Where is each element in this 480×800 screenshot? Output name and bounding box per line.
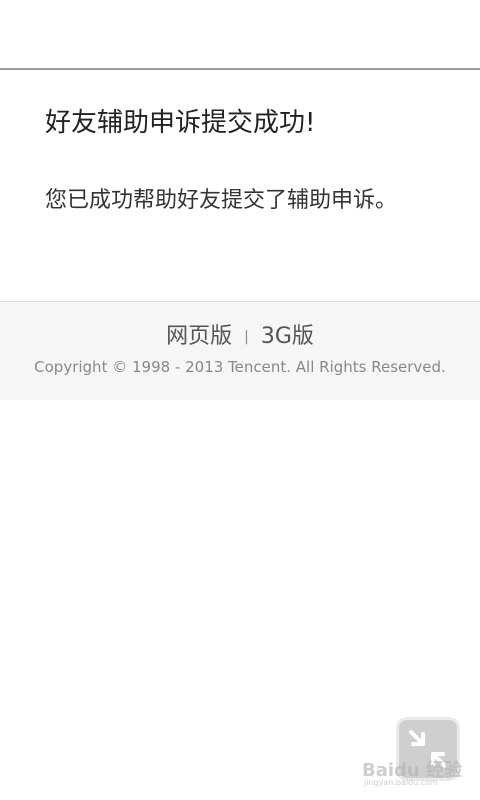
collapse-arrows-icon: [409, 730, 447, 768]
footer-links: 网页版 | 3G版: [0, 318, 480, 350]
page: 好友辅助申诉提交成功! 您已成功帮助好友提交了辅助申诉。 网页版 | 3G版 Cop…: [0, 0, 480, 800]
copyright-text: Copyright © 1998 - 2013 Tencent. All Rig…: [34, 358, 446, 376]
page-title: 好友辅助申诉提交成功!: [45, 108, 316, 138]
footer-separator: |: [244, 329, 249, 345]
top-bar: [0, 0, 480, 68]
floating-collapse-button[interactable]: [399, 720, 457, 778]
watermark-url: jingyan.baidu.com: [364, 778, 438, 787]
web-version-link[interactable]: 网页版: [166, 324, 232, 349]
3g-version-link[interactable]: 3G版: [261, 324, 314, 349]
footer: 网页版 | 3G版 Copyright © 1998 - 2013 Tencent.…: [0, 301, 480, 400]
success-message: 您已成功帮助好友提交了辅助申诉。: [45, 188, 398, 213]
main-content: 好友辅助申诉提交成功! 您已成功帮助好友提交了辅助申诉。: [0, 70, 480, 300]
